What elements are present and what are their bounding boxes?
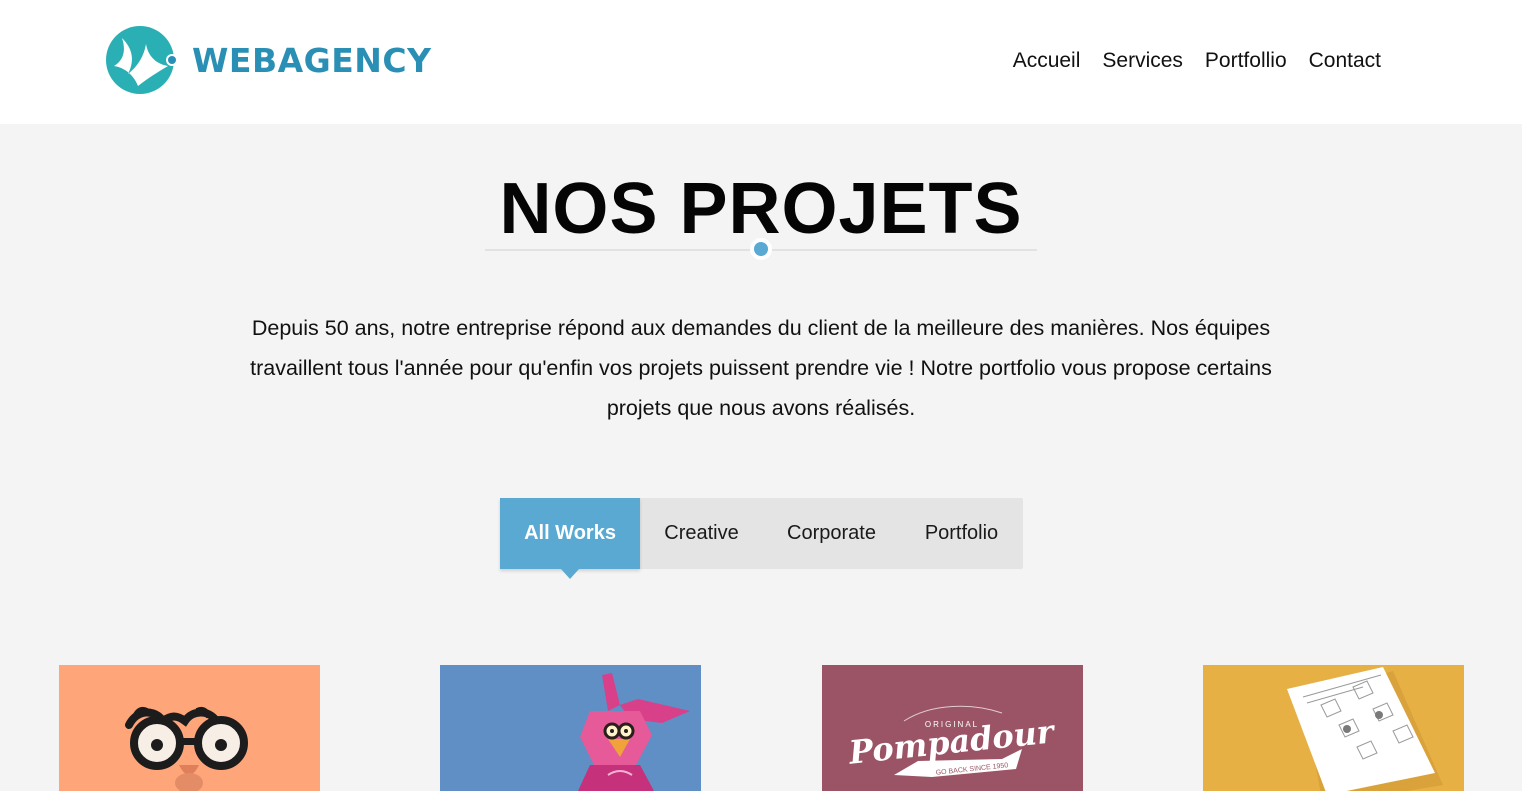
brand-name: WEBAGENCY xyxy=(192,40,432,80)
portfolio-item-bunny[interactable] xyxy=(440,665,701,791)
logo-mark-icon xyxy=(106,26,178,94)
portfolio-item-pompadour[interactable]: ORIGINAL Pompadour GO BACK SINCE 1950 xyxy=(822,665,1083,791)
stationery-mockup xyxy=(1203,665,1464,791)
portfolio-item-stationery[interactable] xyxy=(1203,665,1464,791)
filter-portfolio[interactable]: Portfolio xyxy=(900,498,1023,569)
title-divider-dot xyxy=(750,238,772,260)
pink-bunny-illustration xyxy=(440,665,701,791)
intro-text: Depuis 50 ans, notre entreprise répond a… xyxy=(250,316,1272,420)
pompadour-logo: ORIGINAL Pompadour GO BACK SINCE 1950 xyxy=(822,665,1083,791)
glasses-illustration xyxy=(59,665,320,791)
filter-corporate[interactable]: Corporate xyxy=(763,498,900,569)
filter-creative[interactable]: Creative xyxy=(640,498,763,569)
nav-portfolio[interactable]: Portfollio xyxy=(1205,49,1287,73)
nav-accueil[interactable]: Accueil xyxy=(1013,49,1081,73)
brand-logo[interactable]: WEBAGENCY xyxy=(104,22,432,98)
nav-services[interactable]: Services xyxy=(1102,49,1183,73)
portfolio-filter-bar: All Works Creative Corporate Portfolio xyxy=(500,498,1023,579)
nav-contact[interactable]: Contact xyxy=(1309,49,1381,73)
site-header: WEBAGENCY Accueil Services Portfollio Co… xyxy=(0,0,1522,124)
portfolio-item-glasses[interactable] xyxy=(59,665,320,791)
main-nav: Accueil Services Portfollio Contact xyxy=(1013,49,1381,73)
filter-all-works[interactable]: All Works xyxy=(500,498,640,579)
